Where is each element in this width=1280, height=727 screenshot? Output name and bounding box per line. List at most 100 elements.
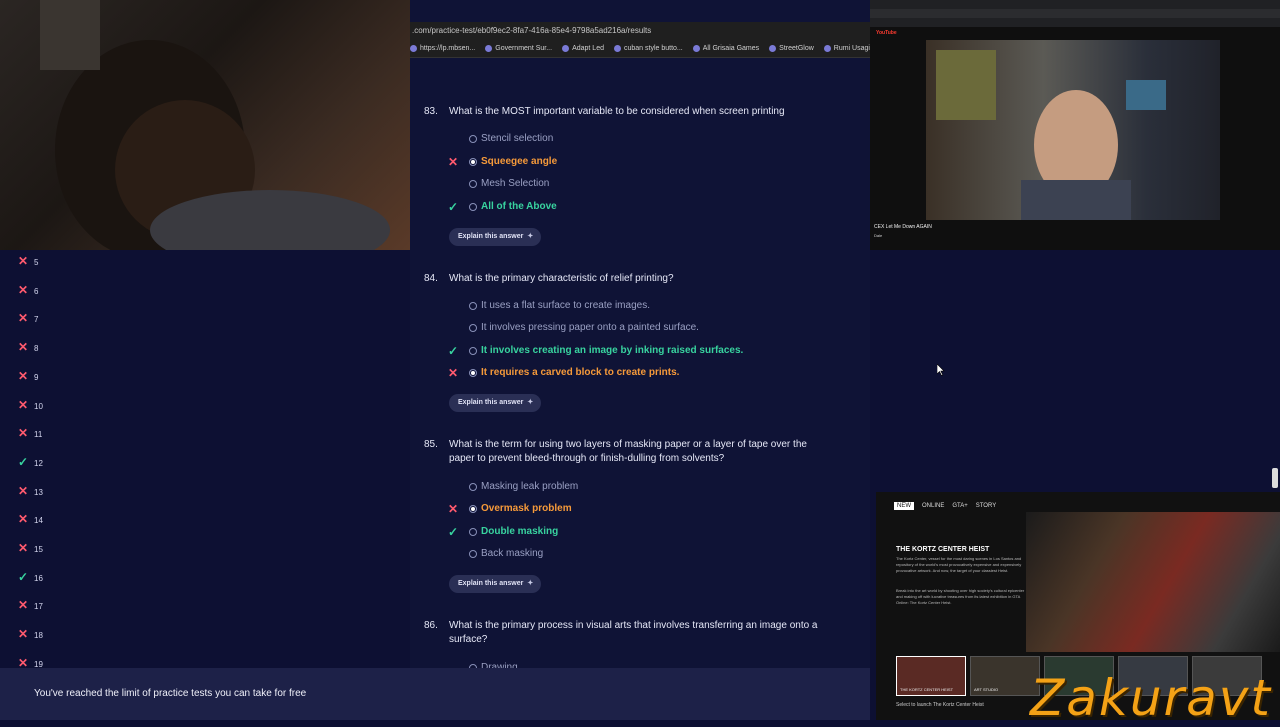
sidebar-question-item[interactable]: ✕ 14 xyxy=(18,512,43,526)
sparkle-icon: ✦ xyxy=(527,399,534,406)
yt-channel-name[interactable]: Dale xyxy=(874,233,882,238)
radio-icon xyxy=(469,135,477,143)
gta-nav-item[interactable]: ONLINE xyxy=(922,503,944,509)
explain-label: Explain this answer xyxy=(458,399,524,406)
radio-icon xyxy=(469,203,477,211)
sidebar-question-item[interactable]: ✕ 11 xyxy=(18,426,42,440)
yt-tab-bar[interactable] xyxy=(870,0,1280,9)
answer-option[interactable]: It involves pressing paper onto a painte… xyxy=(448,320,699,336)
webcam-person xyxy=(40,0,390,250)
answer-option[interactable]: Masking leak problem xyxy=(448,479,578,495)
bookmark-icon xyxy=(562,44,570,52)
url-bar[interactable]: .com/practice-test/eb0f9ec2-8fa7-416a-85… xyxy=(410,22,870,40)
answer-label: It involves creating an image by inking … xyxy=(481,345,744,356)
explain-answer-button[interactable]: Explain this answer ✦ xyxy=(449,228,541,246)
youtube-window: YouTube CEX Let Me Down AGAIN Dale xyxy=(870,0,1280,250)
bookmark-icon xyxy=(769,44,777,52)
streamer-watermark: Zakuravt xyxy=(1030,669,1272,727)
sparkle-icon: ✦ xyxy=(527,233,534,240)
sidebar-question-item[interactable]: ✕ 8 xyxy=(18,340,38,354)
sidebar-question-number: 15 xyxy=(34,545,43,554)
sidebar-question-item[interactable]: ✕ 9 xyxy=(18,369,38,383)
sidebar-question-item[interactable]: ✕ 7 xyxy=(18,311,38,325)
gta-select-hint: Select to launch The Kortz Center Heist xyxy=(896,702,984,708)
bookmark-item[interactable]: StreetGlow xyxy=(769,44,814,52)
answer-option[interactable]: ✕ Squeegee angle xyxy=(448,154,557,170)
sidebar-question-number: 16 xyxy=(34,573,43,583)
answer-option[interactable]: ✓ Double masking xyxy=(448,524,558,540)
answer-label: Back masking xyxy=(481,548,544,559)
bookmark-icon xyxy=(410,44,417,52)
sidebar-question-item[interactable]: ✓ 16 xyxy=(18,570,43,584)
answer-option[interactable]: Back masking xyxy=(448,546,543,562)
gta-heist-description: The Kortz Center, vessel for the most da… xyxy=(896,556,1022,573)
bookmark-item[interactable]: https://lp.mbsen... xyxy=(410,44,476,52)
answer-option[interactable]: ✕ It requires a carved block to create pr… xyxy=(448,365,679,381)
radio-icon xyxy=(469,302,477,310)
yt-video-player[interactable] xyxy=(926,40,1220,220)
question-number: 83. xyxy=(424,106,438,117)
sidebar-question-item[interactable]: ✕ 13 xyxy=(18,484,43,498)
x-icon: ✕ xyxy=(18,541,29,555)
bookmark-item[interactable]: cuban style butto... xyxy=(613,44,683,52)
bookmark-label: Adapt Led xyxy=(572,45,604,52)
answer-option[interactable]: ✓ All of the Above xyxy=(448,199,557,215)
sidebar-question-item[interactable]: ✕ 6 xyxy=(18,283,38,297)
yt-url-bar[interactable] xyxy=(870,9,1280,18)
youtube-logo[interactable]: YouTube xyxy=(876,30,897,36)
bookmark-label: StreetGlow xyxy=(779,45,814,52)
sidebar-question-number: 10 xyxy=(34,401,43,411)
x-icon: ✕ xyxy=(448,366,459,380)
answer-option[interactable]: Drawing xyxy=(448,660,518,668)
answer-option[interactable]: Mesh Selection xyxy=(448,176,549,192)
radio-icon xyxy=(469,347,477,355)
x-icon: ✕ xyxy=(18,340,29,355)
gta-nav-item[interactable]: STORY xyxy=(976,503,996,509)
explain-answer-button[interactable]: Explain this answer ✦ xyxy=(449,575,541,593)
bookmarks-bar: https://lp.mbsen... Government Sur... Adap… xyxy=(410,40,870,58)
sidebar-question-item[interactable]: ✕ 10 xyxy=(18,398,43,412)
gta-thumb-1[interactable]: THE KORTZ CENTER HEIST xyxy=(896,656,966,696)
x-icon: ✕ xyxy=(18,483,29,498)
bookmark-item[interactable]: Adapt Led xyxy=(562,44,604,52)
x-icon: ✕ xyxy=(448,155,459,169)
answer-option[interactable]: ✕ Overmask problem xyxy=(448,501,572,517)
check-icon: ✓ xyxy=(18,454,29,469)
bookmark-item[interactable]: Government Sur... xyxy=(485,44,553,52)
sidebar-question-item[interactable]: ✕ 17 xyxy=(18,598,43,612)
question-prompt: What is the term for using two layers of… xyxy=(449,439,807,464)
answer-label: Double masking xyxy=(481,526,559,537)
question-number: 86. xyxy=(424,620,438,631)
answer-option[interactable]: Stencil selection xyxy=(448,131,553,147)
explain-answer-button[interactable]: Explain this answer ✦ xyxy=(449,394,541,412)
gta-nav-item[interactable]: GTA+ xyxy=(952,503,967,509)
bookmark-label: Government Sur... xyxy=(495,45,553,52)
sidebar-question-item[interactable]: ✕ 18 xyxy=(18,627,43,641)
gta-nav-item[interactable]: NEW xyxy=(894,502,914,510)
sidebar-question-number: 18 xyxy=(34,631,43,641)
answer-option[interactable]: It uses a flat surface to create images. xyxy=(448,298,650,314)
answer-option[interactable]: ✓ It involves creating an image by inking… xyxy=(448,343,743,359)
question-text: 83. What is the MOST important variable t… xyxy=(424,105,824,119)
x-icon: ✕ xyxy=(18,426,29,441)
radio-icon xyxy=(469,369,477,377)
radio-icon xyxy=(469,528,477,536)
yt-header: YouTube xyxy=(870,27,1280,40)
question-number: 84. xyxy=(424,273,438,284)
bookmark-item[interactable]: Rumi Usagiyama... xyxy=(823,44,870,52)
x-icon: ✕ xyxy=(18,368,29,383)
sidebar-question-item[interactable]: ✕ 5 xyxy=(18,254,38,268)
bookmark-label: Rumi Usagiyama... xyxy=(833,45,870,52)
bookmark-item[interactable]: All Grisaia Games xyxy=(692,44,759,52)
question-prompt: What is the primary process in visual ar… xyxy=(449,620,818,645)
question-number: 85. xyxy=(424,439,438,450)
x-icon: ✕ xyxy=(18,282,29,297)
scrollbar-thumb[interactable] xyxy=(1272,468,1278,488)
yt-bookmarks-bar xyxy=(870,18,1280,27)
question-prompt: What is the primary characteristic of re… xyxy=(449,273,674,284)
explain-label: Explain this answer xyxy=(458,233,524,240)
bookmark-label: https://lp.mbsen... xyxy=(420,45,476,52)
sidebar-question-item[interactable]: ✓ 12 xyxy=(18,455,43,469)
bookmark-icon xyxy=(823,44,831,52)
sidebar-question-item[interactable]: ✕ 15 xyxy=(18,541,43,555)
